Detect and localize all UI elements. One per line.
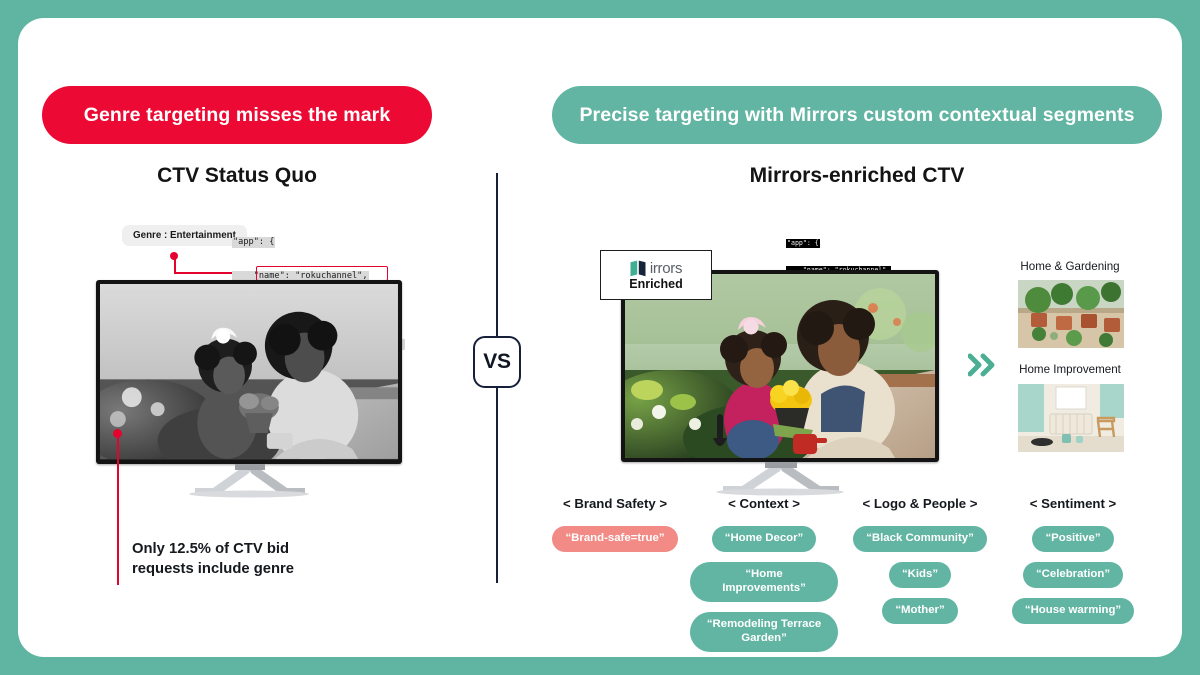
tag-chip[interactable]: “Remodeling Terrace Garden” <box>690 611 838 652</box>
segment-thumb-improvement <box>1018 384 1124 452</box>
mirrors-status-text: Enriched <box>629 276 683 291</box>
tag-chip[interactable]: “Brand-safe=true” <box>552 526 678 552</box>
left-subtitle: CTV Status Quo <box>157 164 317 187</box>
caption-pointer-line <box>117 433 119 585</box>
mirrors-logo-icon <box>630 260 646 276</box>
left-tv-screen <box>100 284 398 460</box>
vs-label: VS <box>483 350 511 373</box>
potted-plants-image <box>1018 280 1124 348</box>
left-header-label: Genre targeting misses the mark <box>83 103 391 126</box>
tag-column-brand-safety: < Brand Safety > “Brand-safe=true” <box>540 496 690 562</box>
tag-column-logo-people: < Logo & People > “Black Community” “Kid… <box>846 496 994 634</box>
tag-chip[interactable]: “Home Improvements” <box>690 561 838 602</box>
tag-chip[interactable]: “Kids” <box>888 561 952 588</box>
mirrors-wordmark: irrors <box>630 260 682 277</box>
tag-column-title: < Logo & People > <box>862 496 978 511</box>
tag-chip[interactable]: “Celebration” <box>1022 561 1124 588</box>
slide-frame: Genre targeting misses the mark Precise … <box>0 0 1200 675</box>
left-header-banner: Genre targeting misses the mark <box>42 86 432 144</box>
right-tv <box>621 270 939 496</box>
home-interior-image <box>1018 384 1124 452</box>
garden-scene-grayscale <box>100 284 398 459</box>
genre-pill: Genre : Entertainment <box>122 225 247 246</box>
tag-chip[interactable]: “Black Community” <box>853 526 987 552</box>
vs-badge: VS <box>473 336 521 388</box>
tag-chip[interactable]: “Positive” <box>1032 526 1114 552</box>
tag-chip[interactable]: “Home Decor” <box>711 526 817 552</box>
right-subtitle: Mirrors-enriched CTV <box>749 164 965 187</box>
garden-scene-color <box>625 274 935 458</box>
right-header-banner: Precise targeting with Mirrors custom co… <box>552 86 1162 144</box>
right-tv-stand <box>621 462 939 496</box>
mirrors-brand-text: irrors <box>649 259 683 277</box>
segment-thumb-gardening <box>1018 280 1124 348</box>
code-line: "app": { <box>232 236 276 249</box>
tag-column-title: < Sentiment > <box>1029 496 1117 511</box>
left-tv-stand <box>96 464 402 498</box>
tag-column-title: < Brand Safety > <box>562 496 668 511</box>
tag-chip[interactable]: “House warming” <box>1011 597 1135 624</box>
genre-highlight-box <box>256 266 388 281</box>
mirrors-enriched-badge: irrors Enriched <box>600 250 712 300</box>
tag-column-context: < Context > “Home Decor” “Home Improveme… <box>690 496 838 657</box>
left-caption: Only 12.5% of CTV bid requests include g… <box>132 541 294 578</box>
tag-column-title: < Context > <box>728 496 800 511</box>
right-tv-screen <box>625 274 935 458</box>
tag-column-sentiment: < Sentiment > “Positive” “Celebration” “… <box>1000 496 1146 634</box>
tag-chip[interactable]: “Mother” <box>882 597 958 624</box>
slide-card: Genre targeting misses the mark Precise … <box>18 18 1182 657</box>
segment-label-gardening: Home & Gardening <box>1020 260 1120 273</box>
code-line: "app": { <box>786 239 820 249</box>
segment-label-improvement: Home Improvement <box>1019 363 1121 376</box>
left-tv <box>96 280 402 498</box>
right-header-label: Precise targeting with Mirrors custom co… <box>579 103 1135 126</box>
left-tv-bezel <box>96 280 402 464</box>
